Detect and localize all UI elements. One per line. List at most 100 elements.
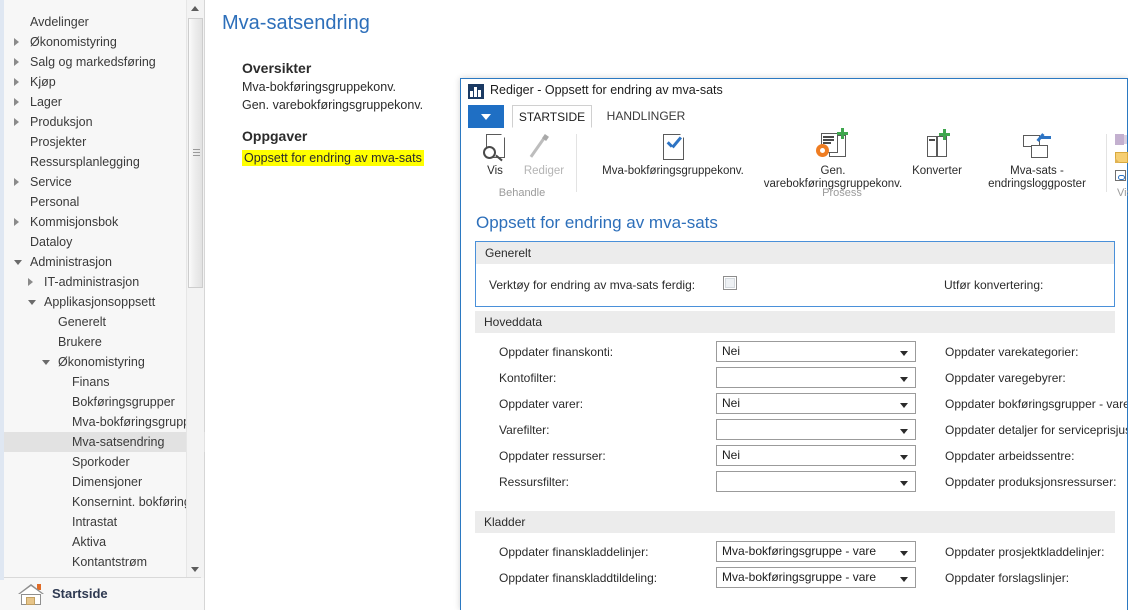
- combo-varefilter[interactable]: [716, 419, 916, 440]
- nav-item-service[interactable]: Service: [4, 172, 205, 192]
- nav-item-sporkoder[interactable]: Sporkoder: [4, 452, 205, 472]
- combo-oppdater-finanskonti[interactable]: Nei: [716, 341, 916, 362]
- ribbon-button-label: Konverter: [912, 165, 962, 177]
- link-gen-varebokforingsgruppekonv[interactable]: Gen. varebokføringsgruppekonv.: [242, 98, 423, 112]
- nav-item-bokf-ringsgrupper[interactable]: Bokføringsgrupper: [4, 392, 205, 412]
- triangle-right-icon[interactable]: [14, 118, 19, 126]
- ribbon-button-konverter[interactable]: Konverter: [901, 129, 973, 178]
- link-oppsett-for-endring-av-mva-sats[interactable]: Oppsett for endring av mva-sats: [242, 150, 424, 166]
- tab-startside[interactable]: STARTSIDE: [512, 105, 592, 128]
- nav-item-konomistyring[interactable]: Økonomistyring: [4, 352, 205, 372]
- triangle-right-icon[interactable]: [14, 98, 19, 106]
- ribbon-button-gen-varebokforingsgruppekonv[interactable]: Gen. varebokføringsgruppekonv.: [763, 128, 903, 190]
- note-icon: [1115, 152, 1128, 163]
- nav-item-intrastat[interactable]: Intrastat: [4, 512, 205, 532]
- nav-item-label: Økonomistyring: [30, 35, 117, 49]
- page-heading: Oppsett for endring av mva-sats: [476, 213, 718, 232]
- nav-item-generelt[interactable]: Generelt: [4, 312, 205, 332]
- nav-item-ressursplanlegging[interactable]: Ressursplanlegging: [4, 152, 205, 172]
- ribbon-button-vis[interactable]: Vis: [474, 133, 516, 178]
- nav-item-label: Applikasjonsoppsett: [44, 295, 156, 309]
- combo-value: Nei: [722, 448, 741, 462]
- dialog-content: Oppsett for endring av mva-sats Generelt…: [461, 201, 1127, 610]
- nav-item-kj-p[interactable]: Kjøp: [4, 72, 205, 92]
- nav-item-personal[interactable]: Personal: [4, 192, 205, 212]
- nav-item-kontantstr-m[interactable]: Kontantstrøm: [4, 552, 205, 572]
- combo-kontofilter[interactable]: [716, 367, 916, 388]
- ribbon-button-mva-bokforingsgruppekonv[interactable]: Mva-bokføringsgruppekonv.: [583, 133, 763, 178]
- nav-item-mva-satsendring[interactable]: Mva-satsendring: [4, 432, 205, 452]
- nav-item-applikasjonsoppsett[interactable]: Applikasjonsoppsett: [4, 292, 205, 312]
- ribbon-button-koblinger[interactable]: Koblinger: [1115, 170, 1128, 182]
- nav-item-label: Lager: [30, 95, 62, 109]
- nav-scroll-down-button[interactable]: [187, 561, 204, 578]
- pencil-icon: [518, 133, 570, 165]
- nav-item-administrasjon[interactable]: Administrasjon: [4, 252, 205, 272]
- nav-item-finans[interactable]: Finans: [4, 372, 205, 392]
- ribbon-button-rediger[interactable]: Rediger: [518, 133, 570, 178]
- nav-scroll-thumb[interactable]: [188, 18, 203, 288]
- group-hoveddata: Hoveddata Oppdater finanskonti: Kontofil…: [475, 311, 1127, 505]
- nav-item-lager[interactable]: Lager: [4, 92, 205, 112]
- nav-item-prosjekter[interactable]: Prosjekter: [4, 132, 205, 152]
- nav-item-label: Service: [30, 175, 72, 189]
- nav-scroll-up-button[interactable]: [187, 0, 204, 17]
- nav-item-label: Sporkoder: [72, 455, 130, 469]
- tab-handlinger[interactable]: HANDLINGER: [598, 105, 694, 128]
- triangle-down-icon[interactable]: [28, 300, 36, 305]
- nav-item-label: IT-administrasjon: [44, 275, 140, 289]
- label-oppdater-forslagslinjer: Oppdater forslagslinjer:: [945, 571, 1070, 585]
- combo-oppdater-finanskladdtildeling[interactable]: Mva-bokføringsgruppe - vare: [716, 567, 916, 588]
- nav-item-produksjon[interactable]: Produksjon: [4, 112, 205, 132]
- group-header-hoveddata: Hoveddata: [475, 311, 1115, 333]
- triangle-right-icon[interactable]: [14, 178, 19, 186]
- nav-item-kommisjonsbok[interactable]: Kommisjonsbok: [4, 212, 205, 232]
- triangle-right-icon[interactable]: [14, 218, 19, 226]
- application-menu-button[interactable]: [468, 105, 504, 128]
- label-kontofilter: Kontofilter:: [499, 371, 557, 385]
- triangle-up-icon: [191, 6, 199, 11]
- triangle-down-icon[interactable]: [14, 260, 22, 265]
- nav-item-mva-bokf-ringsgruppe[interactable]: Mva-bokføringsgruppe: [4, 412, 205, 432]
- navigation-pane: Avdelinger Økonomistyring Salg og markedsf…: [0, 0, 205, 610]
- edit-dialog-window: Rediger - Oppsett for endring av mva-sat…: [460, 78, 1128, 610]
- link-mva-bokforingsgruppekonv[interactable]: Mva-bokføringsgruppekonv.: [242, 80, 396, 94]
- label-oppdater-arbeidssentre: Oppdater arbeidssentre:: [945, 449, 1075, 463]
- label-oppdater-detaljer-serviceprisjustering: Oppdater detaljer for serviceprisjusteri…: [945, 423, 1127, 437]
- nav-item-salg-og-markedsf-ring[interactable]: Salg og markedsføring: [4, 52, 205, 72]
- triangle-right-icon[interactable]: [14, 78, 19, 86]
- nav-item-label: Bokføringsgrupper: [72, 395, 175, 409]
- checkbox-verktoy-ferdig[interactable]: [723, 276, 737, 290]
- nav-item-dimensjoner[interactable]: Dimensjoner: [4, 472, 205, 492]
- nav-item-label: Kontantstrøm: [72, 555, 148, 569]
- nav-item-dataloy[interactable]: Dataloy: [4, 232, 205, 252]
- ribbon-button-label: Rediger: [523, 165, 565, 177]
- nav-item-konomistyring[interactable]: Økonomistyring: [4, 32, 205, 52]
- nav-item-brukere[interactable]: Brukere: [4, 332, 205, 352]
- combo-ressursfilter[interactable]: [716, 471, 916, 492]
- nav-footer-home[interactable]: Startside: [4, 577, 201, 610]
- nav-item-label: Dataloy: [30, 235, 73, 249]
- nav-item-label: Finans: [72, 375, 110, 389]
- nav-tree[interactable]: Avdelinger Økonomistyring Salg og markedsf…: [4, 0, 205, 578]
- chevron-down-icon: [900, 455, 908, 460]
- triangle-right-icon[interactable]: [28, 278, 33, 286]
- section-heading-oversikter: Oversikter: [242, 60, 312, 76]
- ribbon-button-onenote[interactable]: OneNote: [1115, 134, 1128, 146]
- nav-scrollbar[interactable]: [186, 0, 204, 578]
- nav-item-it-administrasjon[interactable]: IT-administrasjon: [4, 272, 205, 292]
- ribbon-button-merknader[interactable]: Merknader: [1115, 152, 1128, 164]
- nav-item-konsernint-bokf-ringer[interactable]: Konsernint. bokføringer: [4, 492, 205, 512]
- triangle-down-icon[interactable]: [42, 360, 50, 365]
- nav-item-aktiva[interactable]: Aktiva: [4, 532, 205, 552]
- label-oppdater-ressurser: Oppdater ressurser:: [499, 449, 606, 463]
- combo-oppdater-finanskladdelinjer[interactable]: Mva-bokføringsgruppe - vare: [716, 541, 916, 562]
- combo-oppdater-ressurser[interactable]: Nei: [716, 445, 916, 466]
- triangle-right-icon[interactable]: [14, 58, 19, 66]
- nav-item-label: Intrastat: [72, 515, 118, 529]
- combo-oppdater-varer[interactable]: Nei: [716, 393, 916, 414]
- home-icon: [18, 584, 44, 606]
- triangle-right-icon[interactable]: [14, 38, 19, 46]
- ribbon-button-mva-sats-endringsloggposter[interactable]: Mva-sats - endringsloggposter: [973, 133, 1101, 190]
- nav-item-avdelinger[interactable]: Avdelinger: [4, 12, 205, 32]
